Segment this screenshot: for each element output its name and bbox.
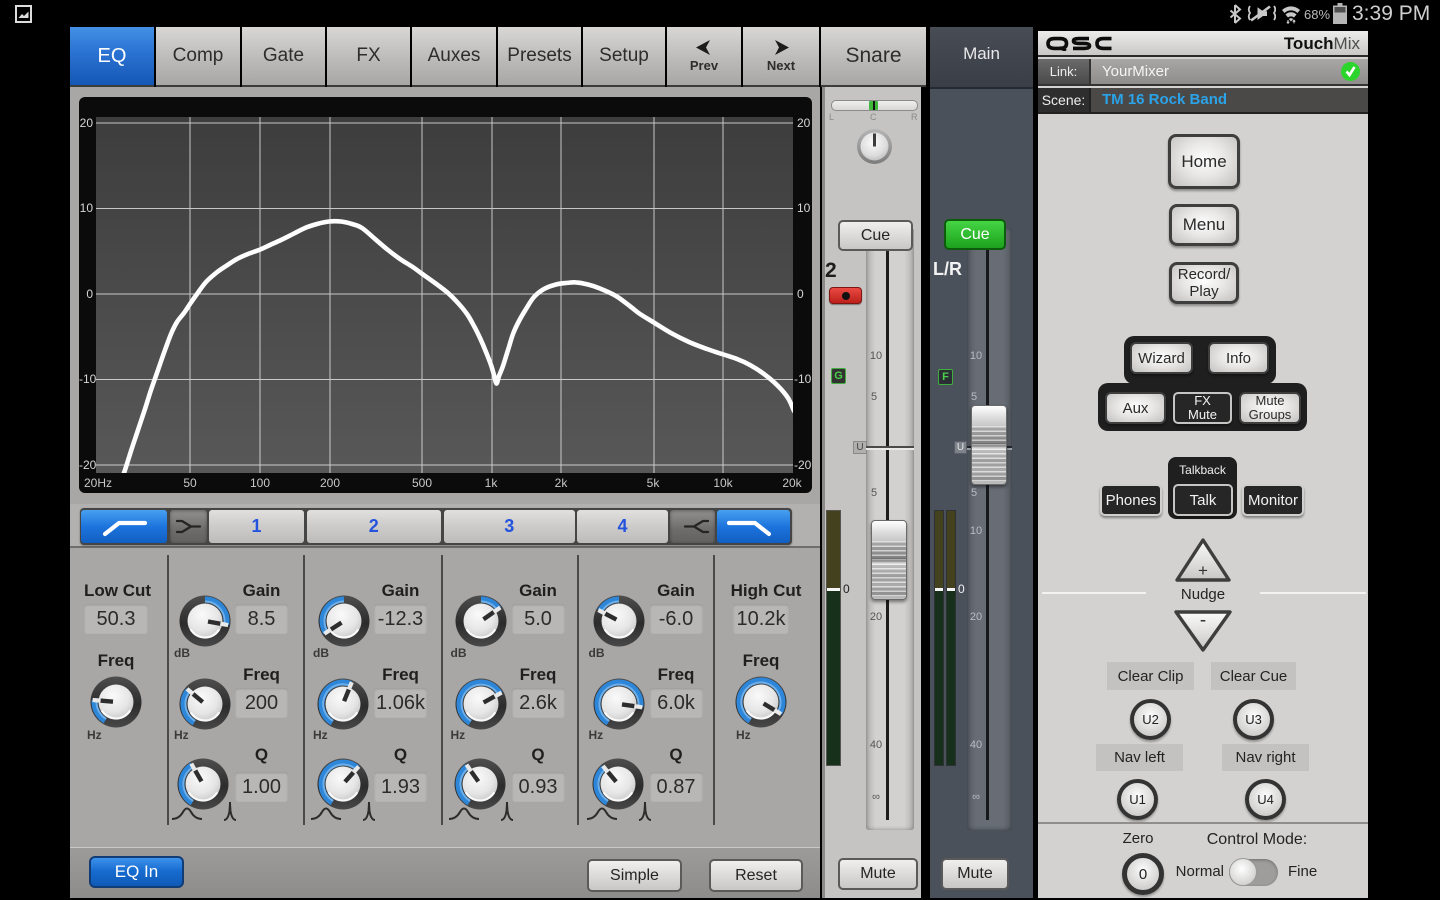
svg-text:+: + bbox=[1198, 561, 1208, 580]
svg-text:-: - bbox=[1200, 610, 1206, 631]
